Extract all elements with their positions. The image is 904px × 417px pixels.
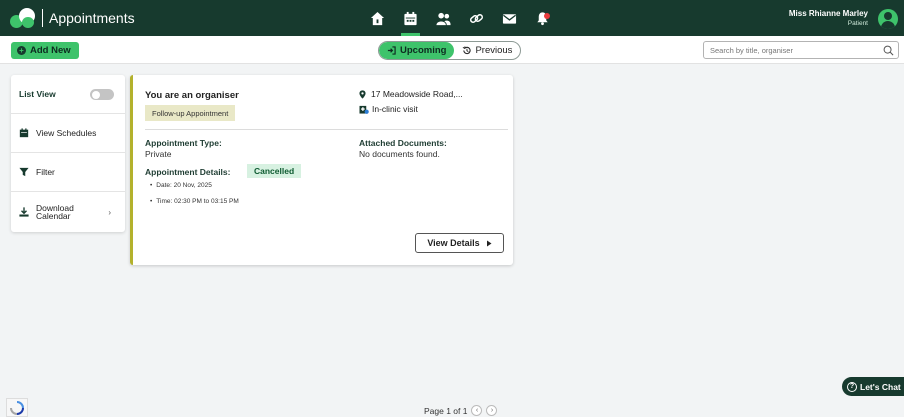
link-icon[interactable] xyxy=(460,0,493,36)
sidebar-item-view-schedules[interactable]: View Schedules xyxy=(11,114,125,153)
visit-type: In-clinic visit xyxy=(359,104,418,114)
sign-in-icon xyxy=(387,46,396,55)
clinic-icon xyxy=(359,105,369,114)
appointment-details-label: Appointment Details: xyxy=(145,167,231,177)
user-role: Patient xyxy=(847,20,868,27)
mail-icon[interactable] xyxy=(493,0,526,36)
location-text: 17 Meadowside Road,... xyxy=(371,89,463,99)
bell-icon[interactable] xyxy=(526,0,559,36)
appointment-period-switch: Upcoming Previous xyxy=(378,41,522,60)
lets-chat-button[interactable]: ? Let's Chat xyxy=(842,377,904,396)
organiser-title: You are an organiser xyxy=(145,90,239,101)
search-box xyxy=(703,41,899,59)
avatar[interactable] xyxy=(878,9,898,29)
download-calendar-label: Download Calendar xyxy=(36,202,74,221)
toolbar: + Add New Upcoming Previous xyxy=(0,36,904,64)
app-title: Appointments xyxy=(49,10,135,26)
status-badge: Cancelled xyxy=(247,164,302,178)
help-icon: ? xyxy=(847,381,857,392)
tab-upcoming[interactable]: Upcoming xyxy=(379,42,455,59)
appointment-date: Date: 20 Nov, 2025 xyxy=(150,182,212,189)
filter-label: Filter xyxy=(36,167,55,177)
appointment-time: Time: 02:30 PM to 03:15 PM xyxy=(150,198,239,205)
list-view-label: List View xyxy=(19,89,56,99)
add-new-label: Add New xyxy=(30,45,71,56)
appointment-type-label: Appointment Type: xyxy=(145,138,222,148)
card-divider xyxy=(145,129,508,130)
main-nav xyxy=(361,0,559,36)
tab-previous[interactable]: Previous xyxy=(454,42,520,59)
visit-type-text: In-clinic visit xyxy=(372,104,418,114)
list-view-toggle[interactable] xyxy=(90,89,114,100)
search-icon[interactable] xyxy=(883,45,894,56)
view-details-button[interactable]: View Details xyxy=(415,233,504,253)
home-icon[interactable] xyxy=(361,0,394,36)
upcoming-label: Upcoming xyxy=(400,45,447,56)
history-icon xyxy=(463,46,472,55)
download-icon xyxy=(19,207,29,217)
appointment-tag: Follow-up Appointment xyxy=(145,105,236,121)
previous-label: Previous xyxy=(475,45,513,56)
pagination: Page 1 of 1 ‹ › xyxy=(424,405,498,416)
view-schedules-label: View Schedules xyxy=(36,128,97,138)
attached-documents-value: No documents found. xyxy=(359,149,440,159)
search-input[interactable] xyxy=(710,45,870,55)
appointment-card: You are an organiser Follow-up Appointme… xyxy=(130,75,513,265)
user-name[interactable]: Miss Rhianne Marley xyxy=(789,9,868,19)
caret-right-icon xyxy=(486,240,492,246)
sidebar-item-filter[interactable]: Filter xyxy=(11,153,125,192)
attached-documents-label: Attached Documents: xyxy=(359,138,447,148)
filter-icon xyxy=(19,167,29,177)
plus-icon: + xyxy=(17,46,26,55)
page-indicator: Page 1 of 1 xyxy=(424,405,468,416)
title-divider xyxy=(42,9,43,27)
recaptcha-icon xyxy=(10,401,24,415)
notification-dot xyxy=(544,13,550,19)
list-view-toggle-row[interactable]: List View xyxy=(11,75,125,114)
add-new-button[interactable]: + Add New xyxy=(11,42,79,59)
chat-label: Let's Chat xyxy=(860,381,901,392)
calendar-icon xyxy=(19,128,29,138)
location: 17 Meadowside Road,... xyxy=(359,89,463,99)
users-icon[interactable] xyxy=(427,0,460,36)
next-page-button[interactable]: › xyxy=(486,405,498,416)
recaptcha-badge[interactable] xyxy=(6,398,28,417)
top-header: Appointments Miss Rhianne Marley Patient xyxy=(0,0,904,36)
calendar-icon[interactable] xyxy=(394,0,427,36)
appointment-type-value: Private xyxy=(145,149,172,159)
view-details-label: View Details xyxy=(427,238,480,248)
sidebar-item-download-calendar[interactable]: Download Calendar › xyxy=(11,192,125,232)
map-pin-icon xyxy=(359,89,366,99)
app-logo[interactable] xyxy=(10,8,36,28)
prev-page-button[interactable]: ‹ xyxy=(471,405,483,416)
side-panel: List View View Schedules Filter Download… xyxy=(11,75,125,232)
chevron-right-icon: › xyxy=(108,208,111,217)
